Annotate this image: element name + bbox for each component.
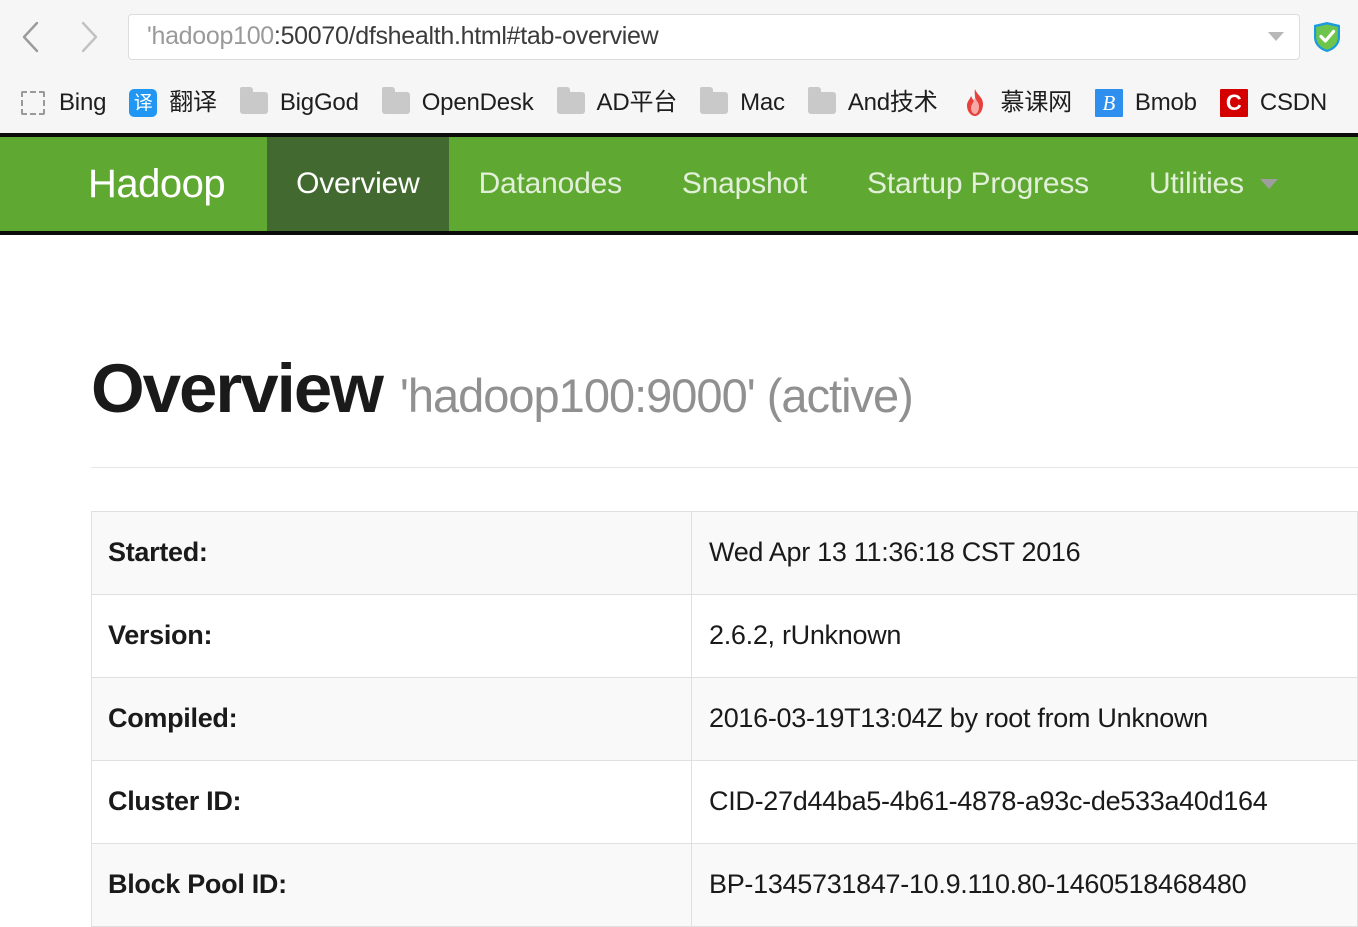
- bookmark-bmob[interactable]: B Bmob: [1086, 84, 1211, 122]
- nav-tab-utilities[interactable]: Utilities: [1119, 137, 1308, 231]
- nav-tab-overview[interactable]: Overview: [267, 137, 449, 231]
- nav-tab-datanodes[interactable]: Datanodes: [449, 137, 652, 231]
- chevron-down-icon: [1259, 179, 1278, 189]
- folder-icon: [807, 87, 837, 118]
- bookmark-label: And技术: [847, 89, 938, 116]
- bookmark-mac[interactable]: Mac: [691, 84, 799, 122]
- url-text[interactable]: 'hadoop100:50070/dfshealth.html#tab-over…: [147, 24, 1255, 49]
- row-value: 2.6.2, rUnknown: [691, 594, 1358, 679]
- row-value: 2016-03-19T13:04Z by root from Unknown: [691, 677, 1358, 762]
- bmob-icon: B: [1094, 88, 1124, 118]
- page-title: Overview 'hadoop100:9000' (active): [91, 350, 1358, 427]
- content-container: Overview 'hadoop100:9000' (active) Starte…: [91, 235, 1358, 927]
- table-row: Version: 2.6.2, rUnknown: [91, 594, 1358, 679]
- brand-hadoop[interactable]: Hadoop: [0, 137, 267, 231]
- bookmark-label: CSDN: [1259, 89, 1328, 116]
- browser-chrome: 'hadoop100:50070/dfshealth.html#tab-over…: [0, 0, 1358, 133]
- nav-tab-startup-progress[interactable]: Startup Progress: [837, 137, 1119, 231]
- bookmark-opendesk[interactable]: OpenDesk: [373, 84, 548, 122]
- bookmark-label: BigGod: [279, 89, 359, 116]
- bookmark-bing[interactable]: Bing: [10, 84, 120, 122]
- row-label: Version:: [91, 594, 692, 679]
- nav-tab-label: Overview: [296, 167, 420, 200]
- bookmark-label: Mac: [740, 89, 785, 116]
- bookmark-label: Bing: [59, 89, 107, 116]
- nav-tab-label: Startup Progress: [867, 167, 1089, 200]
- row-label: Compiled:: [91, 677, 692, 762]
- bookmarks-bar: Bing 译 翻译 BigGod OpenDesk AD平台 Mac And技术: [0, 73, 1358, 133]
- bookmark-translate[interactable]: 译 翻译: [120, 84, 231, 122]
- csdn-icon: C: [1219, 88, 1249, 118]
- page-subtitle: 'hadoop100:9000' (active): [399, 369, 914, 422]
- bookmark-ad-platform[interactable]: AD平台: [548, 84, 692, 122]
- folder-icon: [239, 87, 269, 118]
- nav-tab-label: Snapshot: [681, 167, 808, 200]
- row-value: BP-1345731847-10.9.110.80-1460518468480: [691, 843, 1358, 927]
- table-row: Started: Wed Apr 13 11:36:18 CST 2016: [91, 511, 1358, 596]
- nav-tab-snapshot[interactable]: Snapshot: [652, 137, 837, 231]
- nav-tab-label: Datanodes: [478, 167, 623, 200]
- overview-info-table: Started: Wed Apr 13 11:36:18 CST 2016 Ve…: [91, 511, 1358, 927]
- bookmark-imooc[interactable]: 慕课网: [952, 84, 1086, 122]
- row-label: Started:: [91, 511, 692, 596]
- address-bar[interactable]: 'hadoop100:50070/dfshealth.html#tab-over…: [128, 13, 1300, 60]
- hadoop-navbar: Hadoop Overview Datanodes Snapshot Start…: [0, 133, 1358, 235]
- page-content: Overview 'hadoop100:9000' (active) Starte…: [0, 235, 1358, 927]
- folder-icon: [556, 87, 586, 118]
- table-row: Cluster ID: CID-27d44ba5-4b61-4878-a93c-…: [91, 760, 1358, 845]
- dashed-placeholder-icon: [18, 88, 48, 118]
- shield-check-icon[interactable]: [1312, 21, 1342, 53]
- bookmark-csdn[interactable]: C CSDN: [1211, 84, 1341, 122]
- folder-icon: [381, 87, 411, 118]
- row-value: CID-27d44ba5-4b61-4878-a93c-de533a40d164: [691, 760, 1358, 845]
- nav-tab-label: Utilities: [1148, 167, 1244, 200]
- browser-toolbar: 'hadoop100:50070/dfshealth.html#tab-over…: [0, 0, 1358, 73]
- chevron-down-icon[interactable]: [1263, 24, 1289, 50]
- url-path: :50070/dfshealth.html#tab-overview: [273, 24, 659, 49]
- bookmark-label: 慕课网: [1000, 89, 1073, 116]
- table-row: Block Pool ID: BP-1345731847-10.9.110.80…: [91, 843, 1358, 927]
- bookmark-biggod[interactable]: BigGod: [231, 84, 373, 122]
- bookmark-label: OpenDesk: [421, 89, 534, 116]
- bookmark-label: AD平台: [596, 89, 678, 116]
- url-host-truncated: 'hadoop100: [147, 24, 274, 49]
- flame-icon: [960, 88, 990, 118]
- back-button[interactable]: [14, 17, 48, 57]
- bookmark-label: 翻译: [169, 89, 217, 116]
- row-label: Cluster ID:: [91, 760, 692, 845]
- forward-button[interactable]: [72, 17, 106, 57]
- bookmark-and-tech[interactable]: And技术: [799, 84, 952, 122]
- row-value: Wed Apr 13 11:36:18 CST 2016: [691, 511, 1358, 596]
- navigation-buttons: [14, 17, 106, 57]
- translate-icon: 译: [128, 88, 158, 118]
- bookmark-label: Bmob: [1134, 89, 1197, 116]
- page-title-text: Overview: [91, 350, 384, 427]
- title-divider: [91, 467, 1358, 469]
- table-row: Compiled: 2016-03-19T13:04Z by root from…: [91, 677, 1358, 762]
- folder-icon: [699, 87, 729, 118]
- row-label: Block Pool ID:: [91, 843, 692, 927]
